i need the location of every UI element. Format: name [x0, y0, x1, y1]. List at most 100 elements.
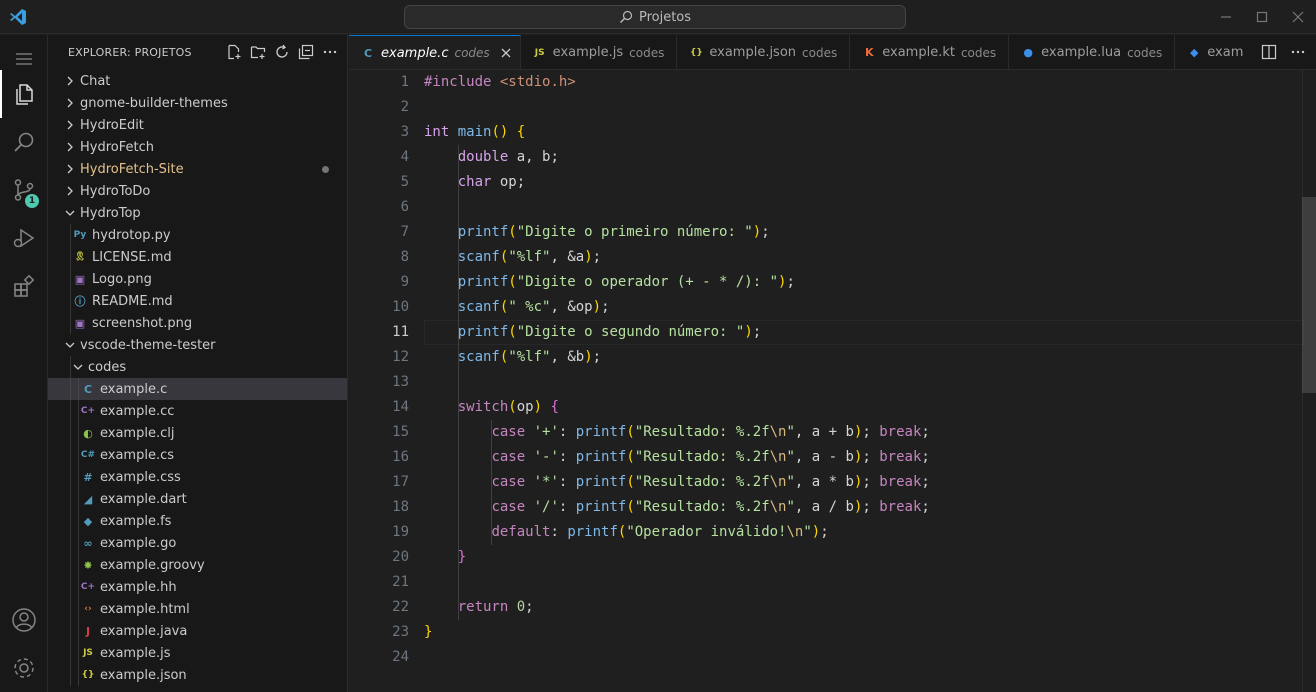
code-line[interactable]: } — [424, 545, 930, 570]
code-line[interactable]: case '*': printf("Resultado: %.2f\n", a … — [424, 470, 929, 495]
collapse-folders-button[interactable] — [297, 43, 315, 61]
code-line[interactable] — [424, 195, 930, 220]
file-item[interactable]: JS example.js — [48, 642, 347, 664]
file-item[interactable]: Jexample.java — [48, 620, 347, 642]
code-line[interactable]: case '-': printf("Resultado: %.2f\n", a … — [424, 445, 929, 470]
editor-tab[interactable]: {} example.json codes — [677, 35, 851, 69]
tree-indent-guide — [70, 444, 71, 466]
folder-item[interactable]: vscode-theme-tester — [48, 334, 347, 356]
line-number-gutter: 1 2 3 4 5 6 7 8 9 10 11 12 13 14 15 16 17 18 19 20 21 22 23 24 — [349, 70, 409, 670]
tab-description: codes — [629, 45, 665, 60]
manage-button[interactable] — [0, 644, 48, 692]
maximize-button[interactable] — [1244, 0, 1280, 34]
line-number: 18 — [392, 499, 409, 515]
vertical-scrollbar[interactable] — [1302, 70, 1316, 692]
file-item[interactable]: ◢ example.dart — [48, 488, 347, 510]
code-line[interactable]: printf("Digite o operador (+ - * /): "); — [424, 270, 930, 295]
editor-tab[interactable]: ◆ exam — [1175, 35, 1257, 69]
code-line[interactable] — [424, 645, 930, 670]
run-debug-view-button[interactable] — [0, 214, 48, 262]
scrollbar-thumb[interactable] — [1302, 197, 1316, 393]
close-tab-button[interactable] — [498, 45, 514, 61]
folder-item[interactable]: HydroFetch — [48, 136, 347, 158]
java-icon: J — [85, 624, 91, 638]
file-item[interactable]: ▣ Logo.png — [48, 268, 347, 290]
editor-tab[interactable]: Kexample.kt codes — [850, 35, 1010, 69]
search-view-button[interactable] — [0, 118, 48, 166]
refresh-icon — [276, 44, 288, 58]
folder-item[interactable]: HydroEdit — [48, 114, 347, 136]
file-item[interactable]: ∞ example.go — [48, 532, 347, 554]
code-editor[interactable]: 1 2 3 4 5 6 7 8 9 10 11 12 13 14 15 16 17 18 19 20 21 22 23 24 … — [349, 70, 1316, 692]
file-item[interactable]: Py hydrotop.py — [48, 224, 347, 246]
tree-item-label: HydroFetch-Site — [80, 161, 184, 177]
code-line[interactable] — [424, 570, 930, 595]
code-content[interactable]: #include <stdio.h> int main() { double a,… — [424, 70, 930, 670]
tree-indent-guide — [70, 466, 71, 488]
vscode-logo-icon — [10, 9, 26, 25]
file-item[interactable]: {} example.json — [48, 664, 347, 686]
file-item[interactable]: ‹› example.html — [48, 598, 347, 620]
flutter-icon: ◆ — [1190, 46, 1199, 59]
folder-item[interactable]: HydroTop — [48, 202, 347, 224]
folder-item[interactable]: gnome-builder-themes — [48, 92, 347, 114]
code-line[interactable]: scanf(" %c", &op); — [424, 295, 930, 320]
minimize-button[interactable] — [1208, 0, 1244, 34]
code-line[interactable]: case '+': printf("Resultado: %.2f\n", a … — [424, 420, 929, 445]
chevron-down-icon — [64, 339, 76, 351]
file-item[interactable]: 🎗 LICENSE.md — [48, 246, 347, 268]
folder-item[interactable]: HydroFetch-Site — [48, 158, 347, 180]
refresh-explorer-button[interactable] — [273, 43, 291, 61]
file-item[interactable]: C+ example.cc — [48, 400, 347, 422]
code-line[interactable]: printf("Digite o segundo número: "); — [424, 320, 930, 345]
tree-item-label: screenshot.png — [92, 315, 193, 331]
editor-tab[interactable]: Cexample.c codes — [349, 35, 521, 69]
extensions-view-button[interactable] — [0, 262, 48, 310]
code-line[interactable]: switch(op) { — [424, 395, 930, 420]
file-item[interactable]: ⓘ README.md — [48, 290, 347, 312]
code-line[interactable]: char op; — [424, 170, 930, 195]
file-item[interactable]: ✸ example.groovy — [48, 554, 347, 576]
folder-item[interactable]: Chat — [48, 70, 347, 92]
c-icon: C — [363, 46, 373, 60]
file-item[interactable]: # example.css — [48, 466, 347, 488]
code-line[interactable] — [424, 95, 930, 120]
editor-tab[interactable]: JS example.js codes — [521, 35, 678, 69]
code-line[interactable]: printf("Digite o primeiro número: "); — [424, 220, 930, 245]
editor-more-actions-button[interactable] — [1288, 42, 1308, 62]
folder-item[interactable]: HydroToDo — [48, 180, 347, 202]
file-item[interactable]: Cexample.c — [48, 378, 347, 400]
folder-item[interactable]: codes — [48, 356, 347, 378]
tree-indent-guide — [78, 444, 79, 466]
code-line[interactable]: case '/': printf("Resultado: %.2f\n", a … — [424, 495, 929, 520]
editor-tab[interactable]: ● example.lua codes — [1009, 35, 1176, 69]
file-item[interactable]: C# example.cs — [48, 444, 347, 466]
code-line[interactable] — [424, 370, 930, 395]
source-control-view-button[interactable]: 1 — [0, 166, 48, 214]
close-window-button[interactable] — [1280, 0, 1316, 34]
code-line[interactable]: return 0; — [424, 595, 930, 620]
new-file-button[interactable] — [225, 43, 243, 61]
code-line[interactable]: scanf("%lf", &b); — [424, 345, 930, 370]
file-item[interactable]: ◐ example.clj — [48, 422, 347, 444]
accounts-button[interactable] — [0, 596, 48, 644]
extensions-icon — [14, 274, 35, 297]
explorer-view-button[interactable] — [0, 70, 48, 118]
tree-item-label: example.cs — [100, 447, 175, 463]
code-line[interactable]: } — [424, 620, 930, 645]
code-line[interactable]: double a, b; — [424, 145, 930, 170]
json-icon: {} — [81, 670, 95, 680]
code-line[interactable]: int main() { — [424, 120, 930, 145]
file-item[interactable]: C+ example.hh — [48, 576, 347, 598]
new-folder-button[interactable] — [249, 43, 267, 61]
tree-indent-guide — [70, 356, 71, 378]
new-file-icon — [228, 44, 241, 60]
command-center-search[interactable]: Projetos — [404, 5, 906, 29]
split-editor-button[interactable] — [1259, 42, 1279, 62]
code-line[interactable]: scanf("%lf", &a); — [424, 245, 930, 270]
code-line[interactable]: #include <stdio.h> — [424, 70, 930, 95]
code-line[interactable]: default: printf("Operador inválido!\n"); — [424, 520, 930, 545]
file-item[interactable]: ▣ screenshot.png — [48, 312, 347, 334]
more-actions-button[interactable] — [321, 43, 339, 61]
file-item[interactable]: ◆ example.fs — [48, 510, 347, 532]
